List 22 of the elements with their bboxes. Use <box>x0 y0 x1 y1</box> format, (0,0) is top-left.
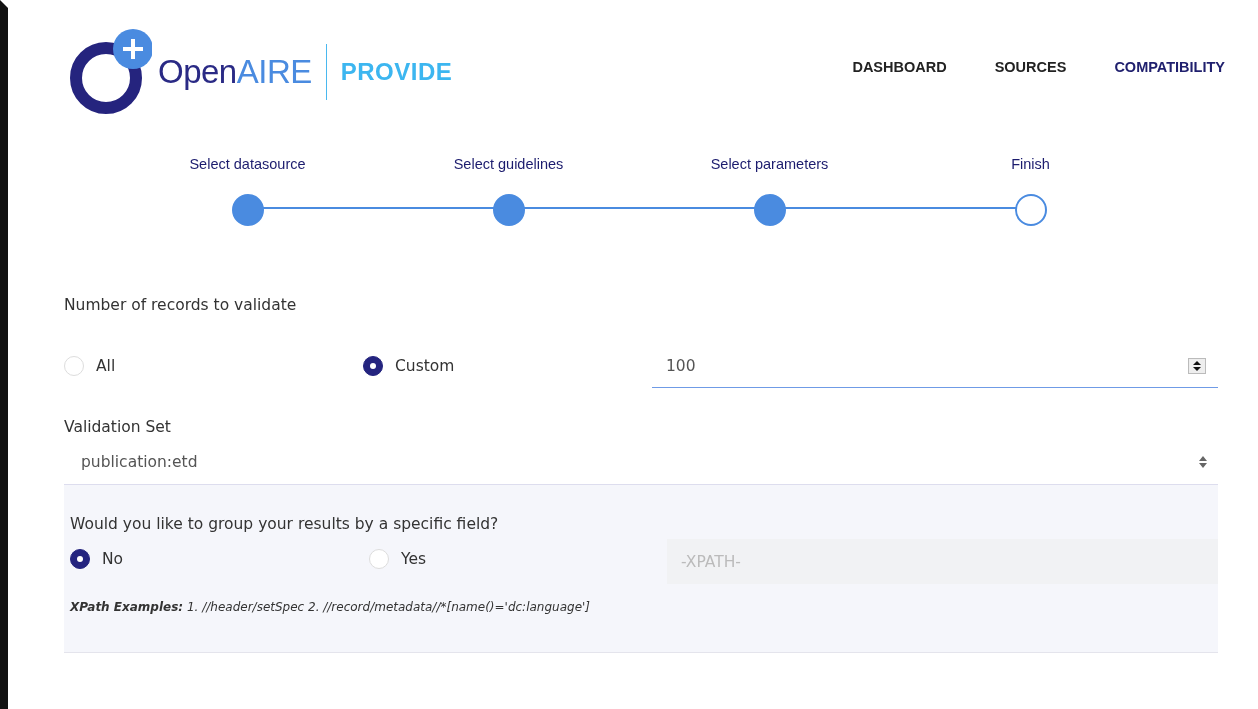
nav-link[interactable]: COMPATIBILITY <box>1114 59 1225 75</box>
field-label: Number of records to validate <box>64 296 298 314</box>
logo-text: OpenAIRE <box>158 53 312 91</box>
caret-icon <box>1198 455 1208 469</box>
radio-button[interactable]: No <box>70 548 369 569</box>
field-label: Validation Set <box>64 418 172 436</box>
xpath-examples: XPath Examples: 1. //header/setSpec 2. //record/metadata//*[name()='dc:language'] <box>70 600 591 614</box>
radio-circle[interactable] <box>70 548 90 569</box>
nav-link[interactable]: SOURCES <box>994 59 1067 75</box>
radio-button[interactable]: Yes <box>369 548 668 569</box>
step-label: Select datasource <box>189 156 306 172</box>
question-text: Would you like to group your results by a specific field? <box>70 515 499 533</box>
step-label: Select guidelines <box>453 156 564 172</box>
step-label: Select parameters <box>710 156 829 172</box>
xpath-field[interactable]: -XPATH- <box>667 539 1218 584</box>
product-name: PROVIDE <box>340 58 453 86</box>
logo-ring-icon <box>70 28 152 116</box>
spinner-icon[interactable] <box>1188 358 1206 374</box>
step-label: Finish <box>1011 156 1050 172</box>
radio-button[interactable]: All <box>64 356 363 376</box>
nav-link[interactable]: DASHBOARD <box>852 59 947 75</box>
radio-circle[interactable] <box>363 356 383 376</box>
